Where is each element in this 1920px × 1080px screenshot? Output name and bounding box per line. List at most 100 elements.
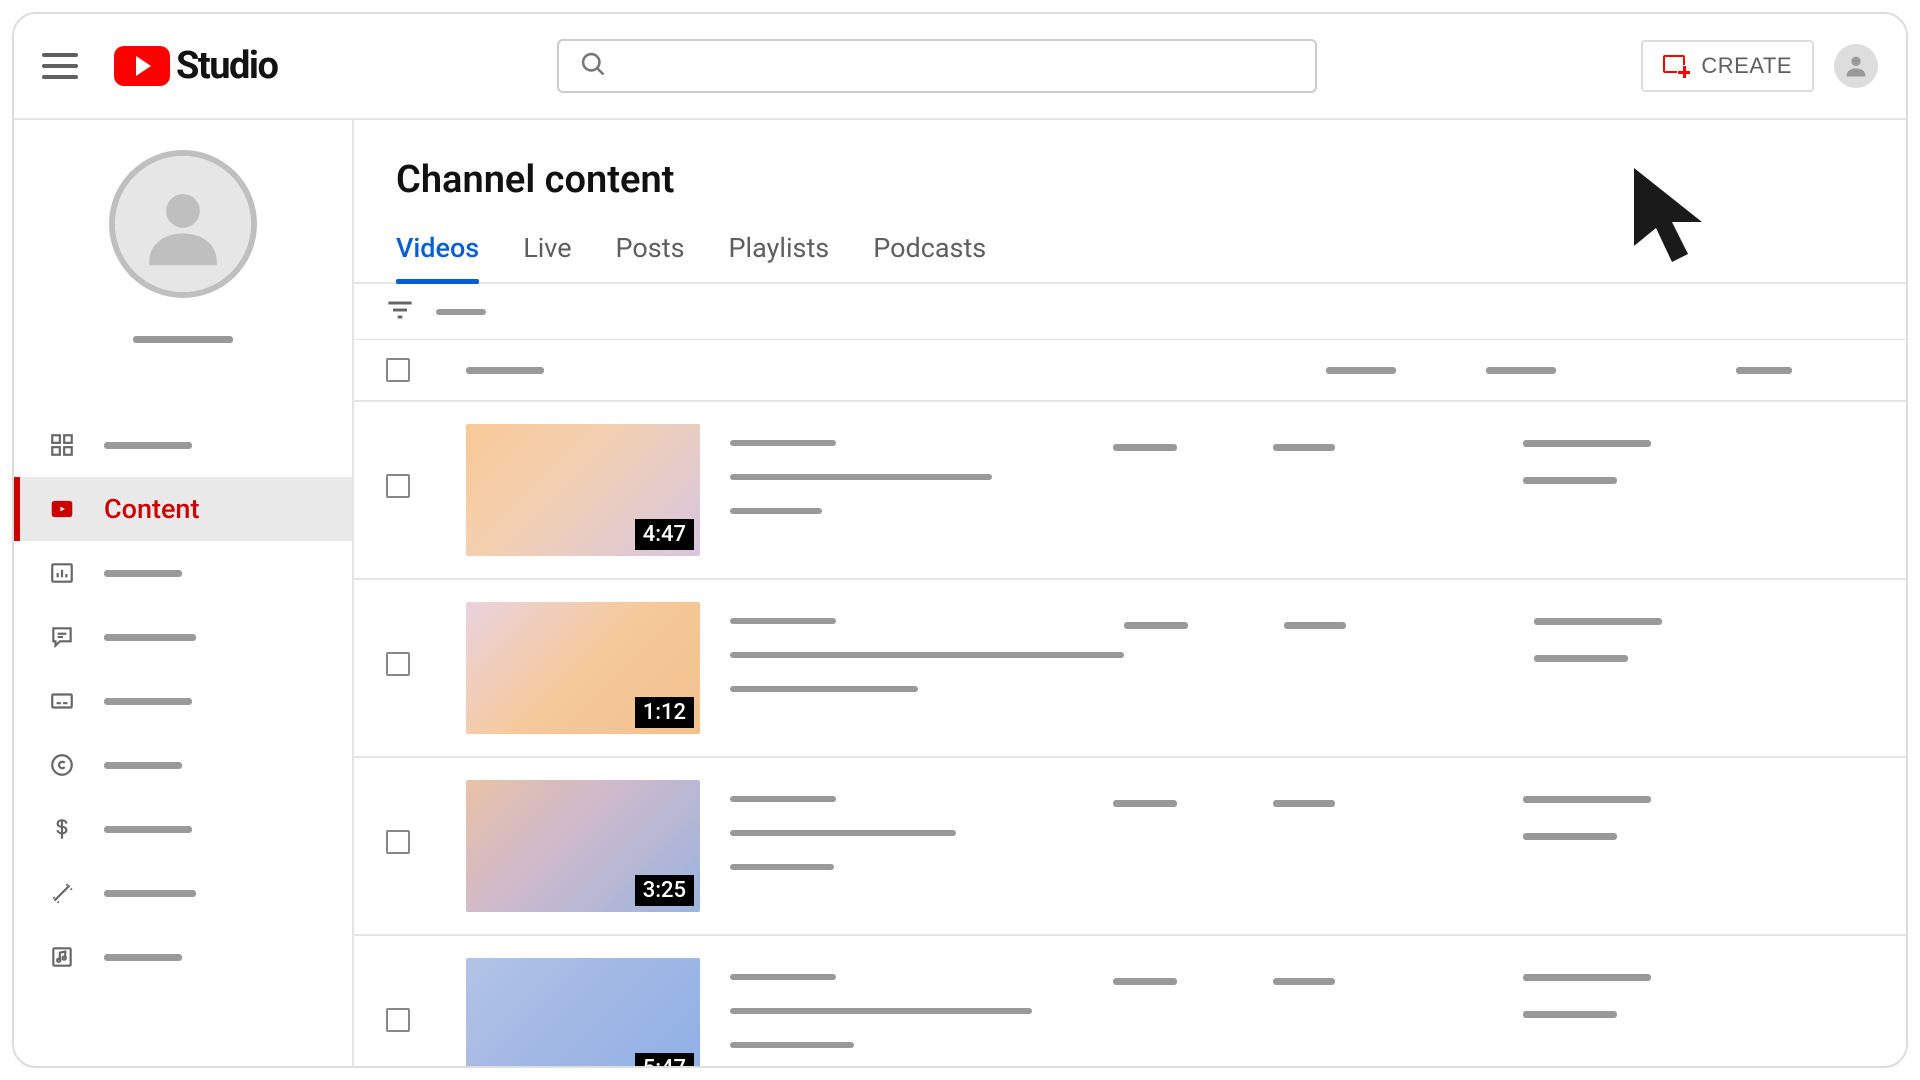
create-button-label: CREATE <box>1701 53 1792 79</box>
create-button[interactable]: CREATE <box>1641 40 1814 92</box>
cell-value <box>1534 655 1628 662</box>
video-description <box>730 508 822 514</box>
column-header-video <box>466 367 544 374</box>
video-row[interactable]: 5:47 <box>354 936 1906 1066</box>
cell-value <box>1124 622 1188 629</box>
nav-item-earn[interactable] <box>14 797 352 861</box>
play-icon <box>114 46 170 86</box>
nav-label <box>104 698 192 705</box>
video-row[interactable]: 4:47 <box>354 402 1906 580</box>
channel-name <box>133 336 233 343</box>
nav-label <box>104 826 192 833</box>
row-checkbox[interactable] <box>386 652 410 676</box>
video-thumbnail[interactable]: 4:47 <box>466 424 700 556</box>
video-description <box>730 1008 1032 1014</box>
row-checkbox[interactable] <box>386 474 410 498</box>
main-content: Channel content Videos Live Posts Playli… <box>354 120 1906 1066</box>
filter-bar[interactable] <box>354 284 1906 340</box>
video-thumbnail[interactable]: 1:12 <box>466 602 700 734</box>
tab-live[interactable]: Live <box>523 232 571 282</box>
cell-value <box>1523 796 1651 803</box>
column-header <box>1326 367 1396 374</box>
cell-value <box>1523 974 1651 981</box>
content-icon <box>48 495 76 523</box>
nav-label <box>104 442 192 449</box>
cell-value <box>1534 618 1662 625</box>
comments-icon <box>48 623 76 651</box>
tab-playlists[interactable]: Playlists <box>729 232 830 282</box>
video-duration: 3:25 <box>635 875 694 906</box>
header-bar: Studio CREATE <box>14 14 1906 120</box>
nav-item-customization[interactable] <box>14 861 352 925</box>
video-description <box>730 686 918 692</box>
cell-value <box>1523 477 1617 484</box>
cell-value <box>1284 622 1346 629</box>
channel-avatar[interactable] <box>109 150 257 298</box>
nav-item-comments[interactable] <box>14 605 352 669</box>
cell-value <box>1523 833 1617 840</box>
account-avatar[interactable] <box>1834 44 1878 88</box>
analytics-icon <box>48 559 76 587</box>
video-duration: 4:47 <box>635 519 694 550</box>
nav-label <box>104 954 182 961</box>
filter-icon <box>386 298 414 326</box>
cell-value <box>1273 444 1335 451</box>
column-header <box>1486 367 1556 374</box>
select-all-checkbox[interactable] <box>386 358 410 382</box>
subtitles-icon <box>48 687 76 715</box>
column-header <box>1736 367 1792 374</box>
create-icon <box>1663 55 1689 77</box>
search-input[interactable] <box>621 55 1295 78</box>
dashboard-icon <box>48 431 76 459</box>
nav-item-audio[interactable] <box>14 925 352 989</box>
video-title <box>730 618 836 624</box>
wand-icon <box>48 879 76 907</box>
video-title <box>730 974 836 980</box>
video-thumbnail[interactable]: 5:47 <box>466 958 700 1066</box>
nav-label <box>104 890 196 897</box>
studio-logo[interactable]: Studio <box>114 44 277 88</box>
video-list: 4:47 <box>354 402 1906 1066</box>
dollar-icon <box>48 815 76 843</box>
nav-label <box>104 762 182 769</box>
copyright-icon <box>48 751 76 779</box>
cell-value <box>1523 440 1651 447</box>
nav: Content <box>14 413 352 989</box>
tab-posts[interactable]: Posts <box>616 232 685 282</box>
video-duration: 1:12 <box>635 697 694 728</box>
tab-podcasts[interactable]: Podcasts <box>873 232 986 282</box>
menu-icon[interactable] <box>42 44 86 88</box>
video-row[interactable]: 3:25 <box>354 758 1906 936</box>
video-thumbnail[interactable]: 3:25 <box>466 780 700 912</box>
filter-label <box>436 309 486 315</box>
tabs: Videos Live Posts Playlists Podcasts <box>354 202 1906 284</box>
nav-label <box>104 634 196 641</box>
sidebar: Content <box>14 120 354 1066</box>
nav-item-dashboard[interactable] <box>14 413 352 477</box>
video-duration: 5:47 <box>635 1053 694 1066</box>
cell-value <box>1113 800 1177 807</box>
tab-videos[interactable]: Videos <box>396 232 479 282</box>
nav-item-content[interactable]: Content <box>14 477 352 541</box>
logo-text: Studio <box>176 44 277 88</box>
nav-item-copyright[interactable] <box>14 733 352 797</box>
video-description <box>730 474 992 480</box>
row-checkbox[interactable] <box>386 1008 410 1032</box>
page-title: Channel content <box>354 120 1906 202</box>
table-header <box>354 340 1906 402</box>
video-description <box>730 652 1124 658</box>
cell-value <box>1273 800 1335 807</box>
video-title <box>730 796 836 802</box>
row-checkbox[interactable] <box>386 830 410 854</box>
cell-value <box>1273 978 1335 985</box>
nav-item-subtitles[interactable] <box>14 669 352 733</box>
search-icon <box>579 50 607 82</box>
search-box[interactable] <box>557 39 1317 93</box>
cell-value <box>1523 1011 1617 1018</box>
video-row[interactable]: 1:12 <box>354 580 1906 758</box>
video-description <box>730 1042 854 1048</box>
nav-item-analytics[interactable] <box>14 541 352 605</box>
nav-label-content: Content <box>104 493 199 525</box>
video-description <box>730 830 956 836</box>
audio-icon <box>48 943 76 971</box>
